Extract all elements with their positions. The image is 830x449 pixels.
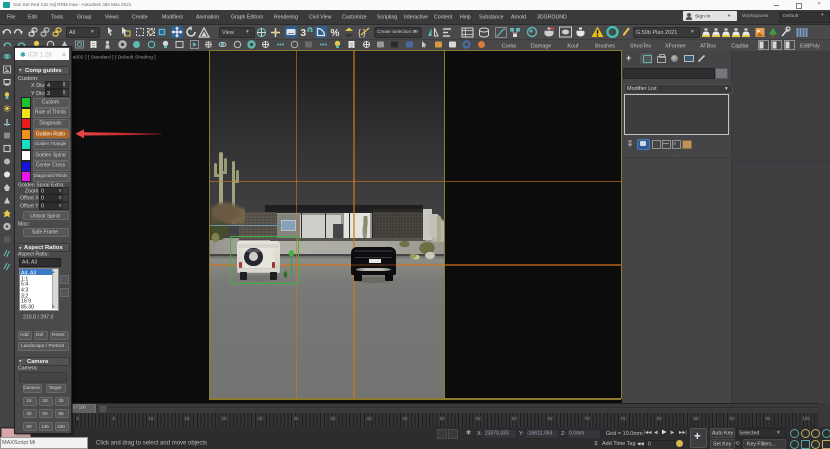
svg-text:3: 3 — [301, 28, 307, 38]
svg-text:%: % — [331, 28, 340, 38]
